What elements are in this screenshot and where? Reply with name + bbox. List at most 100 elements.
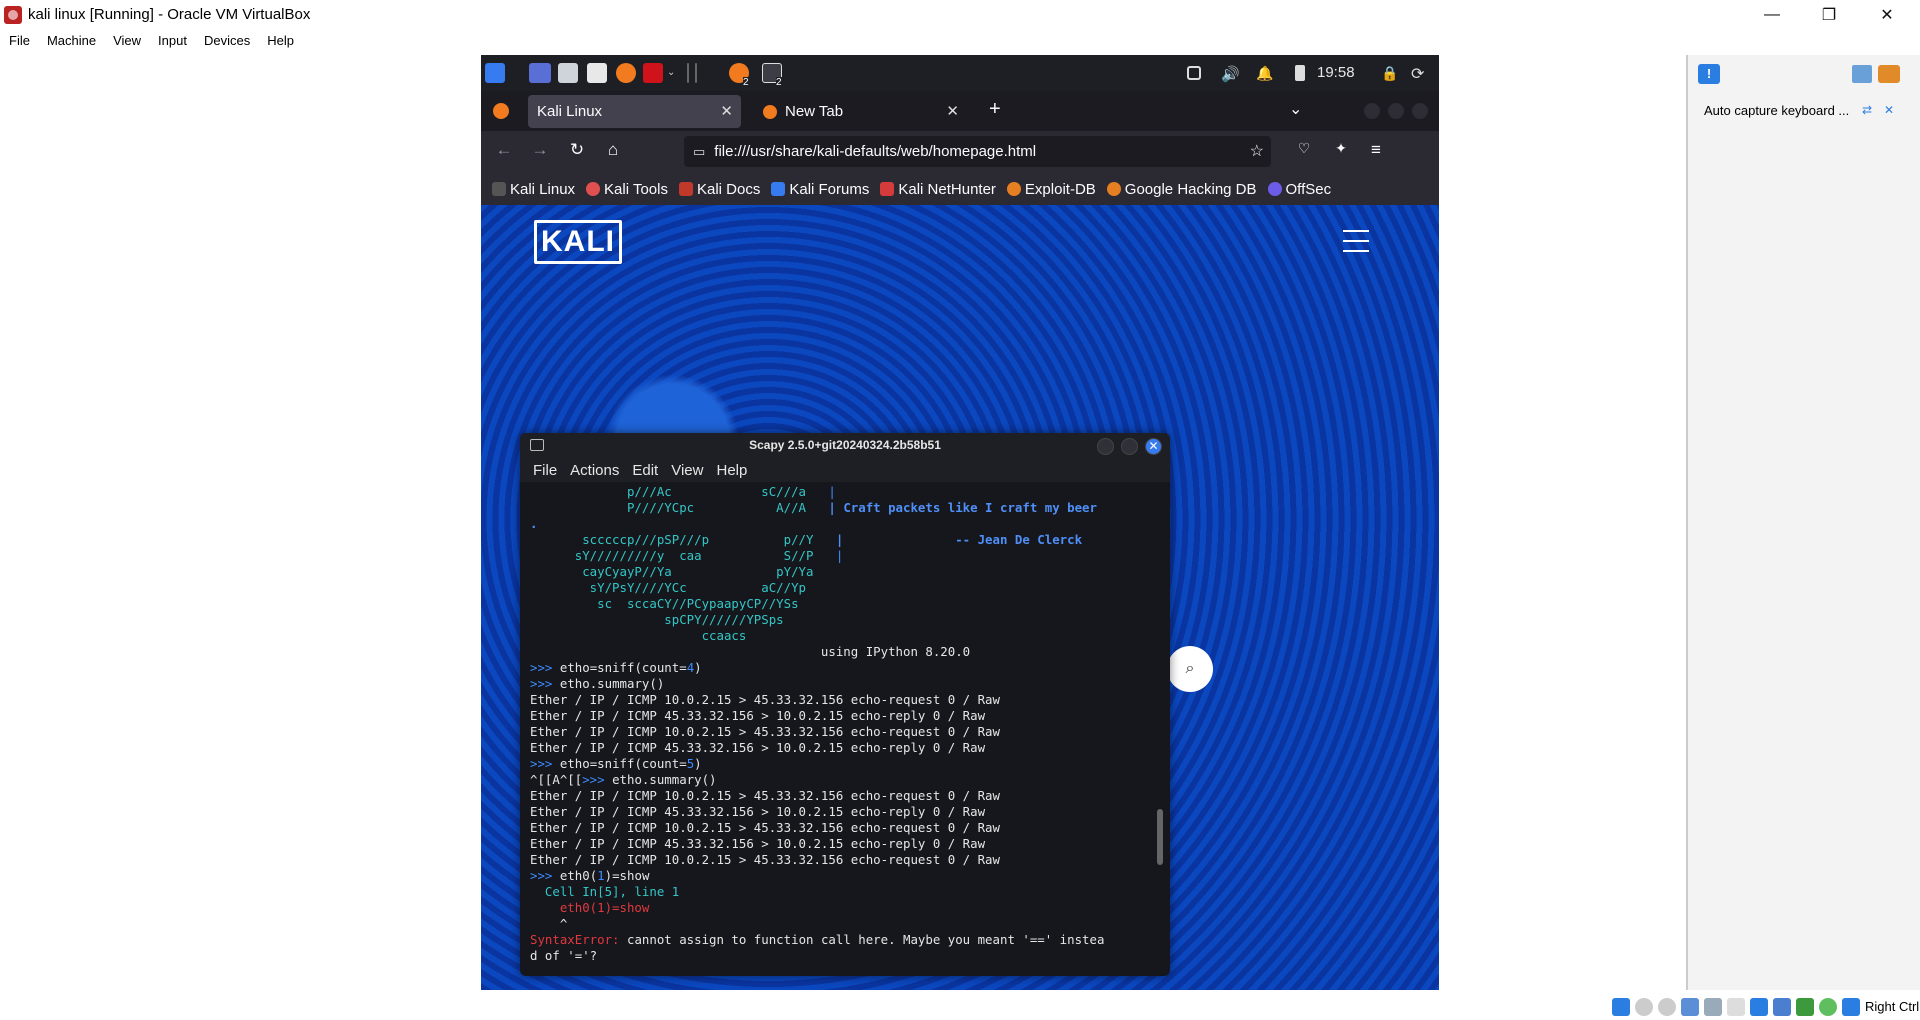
terminal-red-icon[interactable] xyxy=(643,63,663,83)
traceback-code: eth0(1)=show xyxy=(530,900,650,915)
vbox-statusbar: Right Ctrl xyxy=(0,994,1920,1020)
reload-icon[interactable]: ↻ xyxy=(565,140,589,160)
list-tabs-chevron-icon[interactable]: ⌄ xyxy=(1289,99,1302,119)
page-menu-icon[interactable] xyxy=(1343,230,1369,260)
terminal-output[interactable]: p///Ac sC///a | P////YCpc A//A | Craft p… xyxy=(530,484,1166,964)
close-tab-icon[interactable]: ✕ xyxy=(946,102,959,120)
display-icon[interactable] xyxy=(1187,66,1201,80)
url-bar[interactable]: ▭ file:///usr/share/kali-defaults/web/ho… xyxy=(684,136,1271,167)
guest-additions-icon[interactable] xyxy=(1819,998,1837,1016)
command-text: eth0( xyxy=(559,868,598,883)
tab-new-tab[interactable]: New Tab ✕ xyxy=(754,95,967,128)
menu-file[interactable]: File xyxy=(9,33,30,48)
home-icon[interactable]: ⌂ xyxy=(601,140,625,160)
terminal-menu-help[interactable]: Help xyxy=(716,462,747,479)
panel-settings-icon[interactable] xyxy=(1878,65,1900,83)
terminal-close-button[interactable]: ✕ xyxy=(1145,438,1162,455)
kali-tools-icon xyxy=(586,182,601,196)
terminal-title: Scapy 2.5.0+git20240324.2b58b51 xyxy=(520,433,1170,458)
menu-view[interactable]: View xyxy=(113,33,141,48)
kali-menu-icon[interactable] xyxy=(485,63,505,83)
bookmark-kali-forums[interactable]: Kali Forums xyxy=(771,181,869,198)
file-manager-icon[interactable] xyxy=(558,63,578,83)
banner-art: sY/PsY////YCc aC//Yp xyxy=(530,580,807,595)
panel-layout-icon[interactable] xyxy=(1852,65,1872,83)
extensions-icon[interactable]: ✦ xyxy=(1329,140,1353,157)
terminal-menu-edit[interactable]: Edit xyxy=(632,462,658,479)
mouse-integration-icon[interactable] xyxy=(1842,998,1860,1016)
tab-kali-linux[interactable]: Kali Linux ✕ xyxy=(528,95,741,128)
new-tab-button[interactable]: + xyxy=(989,98,1001,121)
capture-toggle-icon[interactable]: ⇄ xyxy=(1862,103,1872,117)
audio-icon[interactable] xyxy=(1658,998,1676,1016)
close-tab-icon[interactable]: ✕ xyxy=(720,102,733,120)
page-info-icon[interactable]: ▭ xyxy=(693,144,705,160)
firefox-view-icon[interactable] xyxy=(493,103,509,119)
display-icon[interactable] xyxy=(1750,998,1768,1016)
bookmark-kali-docs[interactable]: Kali Docs xyxy=(678,181,760,198)
menu-devices[interactable]: Devices xyxy=(204,33,250,48)
search-icon[interactable]: ⌕ xyxy=(1167,646,1213,692)
battery-icon[interactable] xyxy=(1295,65,1305,81)
vm-display[interactable]: ⌄ 2 2 🔊 🔔 19:58 🔒 ⟳ Kali Linux ✕ New Tab… xyxy=(481,55,1439,990)
dismiss-notice-icon[interactable]: ✕ xyxy=(1884,103,1894,117)
hard-disk-icon[interactable] xyxy=(1612,998,1630,1016)
notification-bell-icon[interactable]: 🔔 xyxy=(1256,65,1273,81)
network-icon[interactable] xyxy=(1681,998,1699,1016)
recording-icon[interactable] xyxy=(1773,998,1791,1016)
bookmark-label: Kali NetHunter xyxy=(898,180,996,198)
hamburger-menu-icon[interactable]: ≡ xyxy=(1364,140,1388,160)
back-arrow-icon[interactable]: ← xyxy=(492,140,516,160)
terminal-minimize-button[interactable] xyxy=(1097,438,1114,455)
chevron-down-icon[interactable]: ⌄ xyxy=(667,67,677,78)
bookmark-kali-tools[interactable]: Kali Tools xyxy=(586,181,668,198)
workspace-icon[interactable] xyxy=(529,63,551,83)
volume-icon[interactable]: 🔊 xyxy=(1221,65,1240,83)
bookmark-label: OffSec xyxy=(1285,180,1332,198)
lock-icon[interactable]: 🔒 xyxy=(1381,65,1398,81)
restore-button[interactable]: ❐ xyxy=(1800,0,1858,29)
vbox-menubar: File Machine View Input Devices Help xyxy=(0,29,1920,51)
output-line: Ether / IP / ICMP 45.33.32.156 > 10.0.2.… xyxy=(530,740,986,755)
menu-input[interactable]: Input xyxy=(158,33,187,48)
close-button[interactable]: ✕ xyxy=(1858,0,1916,29)
pocket-icon[interactable]: ♡ xyxy=(1292,140,1316,157)
banner-art: sc sccaCY//PCypaapyCP//YSs xyxy=(530,596,799,611)
terminal-menu-file[interactable]: File xyxy=(533,462,557,479)
kali-logo[interactable]: KALI xyxy=(534,220,622,264)
bookmark-offsec[interactable]: OffSec xyxy=(1267,180,1332,198)
terminal-menu-view[interactable]: View xyxy=(671,462,703,479)
bookmark-star-icon[interactable]: ☆ xyxy=(1250,141,1264,161)
panel-clock[interactable]: 19:58 xyxy=(1317,64,1355,81)
firefox-icon[interactable] xyxy=(616,63,636,83)
side-panel-header: ! xyxy=(1688,55,1920,93)
window-minimize-dot[interactable] xyxy=(1364,103,1380,119)
shared-folder-icon[interactable] xyxy=(1727,998,1745,1016)
tab-label: New Tab xyxy=(785,103,844,120)
menu-help[interactable]: Help xyxy=(267,33,294,48)
bookmark-kali-nethunter[interactable]: Kali NetHunter xyxy=(880,181,996,198)
optical-drive-icon[interactable] xyxy=(1635,998,1653,1016)
window-maximize-dot[interactable] xyxy=(1388,103,1404,119)
kali-forums-icon xyxy=(771,182,786,196)
menu-machine[interactable]: Machine xyxy=(47,33,96,48)
notification-alert-icon[interactable]: ! xyxy=(1698,64,1720,84)
bookmark-google-hacking-db[interactable]: Google Hacking DB xyxy=(1106,181,1257,198)
forward-arrow-icon[interactable]: → xyxy=(528,140,552,160)
bookmark-exploit-db[interactable]: Exploit-DB xyxy=(1006,180,1096,198)
usb-icon[interactable] xyxy=(1704,998,1722,1016)
bookmark-kali-linux[interactable]: Kali Linux xyxy=(492,181,575,198)
text-editor-icon[interactable] xyxy=(587,63,607,83)
power-icon[interactable]: ⟳ xyxy=(1411,64,1427,83)
window-close-dot[interactable] xyxy=(1412,103,1428,119)
virtualbox-app-icon xyxy=(4,5,22,24)
cpu-activity-icon[interactable] xyxy=(1796,998,1814,1016)
prompt: >>> xyxy=(530,868,553,883)
terminal-scrollbar[interactable] xyxy=(1157,809,1163,865)
terminal-menu-actions[interactable]: Actions xyxy=(570,462,619,479)
bookmark-label: Exploit-DB xyxy=(1024,180,1096,198)
terminal-window[interactable]: Scapy 2.5.0+git20240324.2b58b51 ✕ File A… xyxy=(520,433,1170,976)
terminal-maximize-button[interactable] xyxy=(1121,438,1138,455)
banner-quote: | -- Jean De Clerck xyxy=(835,532,1083,547)
minimize-button[interactable]: — xyxy=(1743,0,1801,29)
